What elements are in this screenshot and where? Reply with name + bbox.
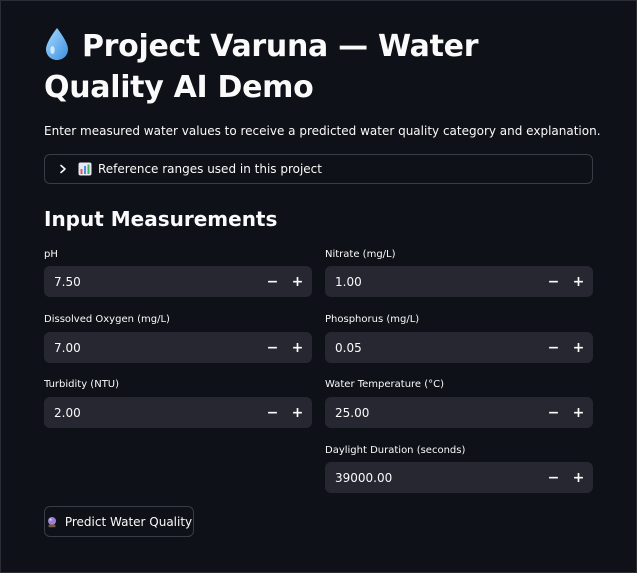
turbidity-stepper: − +	[44, 397, 312, 428]
turbidity-decrement-button[interactable]: −	[260, 397, 285, 428]
droplet-icon	[46, 28, 68, 60]
daylight-duration-input[interactable]	[325, 470, 541, 485]
page-title: Project Varuna — Water Quality AI Demo	[44, 26, 604, 108]
dissolved-oxygen-increment-button[interactable]: +	[285, 332, 310, 363]
phosphorus-decrement-button[interactable]: −	[541, 332, 566, 363]
daylight-duration-stepper: − +	[325, 462, 593, 493]
dissolved-oxygen-stepper: − +	[44, 332, 312, 363]
water-temperature-label: Water Temperature (°C)	[325, 379, 445, 390]
ph-increment-button[interactable]: +	[285, 266, 310, 297]
predict-button-label: Predict Water Quality	[64, 514, 193, 529]
nitrate-stepper: − +	[325, 266, 593, 297]
phosphorus-input[interactable]	[325, 340, 541, 355]
water-temperature-increment-button[interactable]: +	[566, 397, 591, 428]
page-title-text: Project Varuna — Water Quality AI Demo	[44, 29, 479, 105]
phosphorus-stepper: − +	[325, 332, 593, 363]
section-title: Input Measurements	[44, 207, 278, 231]
dissolved-oxygen-decrement-button[interactable]: −	[260, 332, 285, 363]
nitrate-label: Nitrate (mg/L)	[325, 249, 396, 260]
phosphorus-label: Phosphorus (mg/L)	[325, 314, 420, 325]
nitrate-decrement-button[interactable]: −	[541, 266, 566, 297]
bar-chart-icon	[78, 162, 92, 176]
daylight-duration-decrement-button[interactable]: −	[541, 462, 566, 493]
ph-input[interactable]	[44, 274, 260, 289]
phosphorus-increment-button[interactable]: +	[566, 332, 591, 363]
nitrate-input[interactable]	[325, 274, 541, 289]
turbidity-increment-button[interactable]: +	[285, 397, 310, 428]
turbidity-input[interactable]	[44, 405, 260, 420]
ph-stepper: − +	[44, 266, 312, 297]
reference-ranges-expander[interactable]: Reference ranges used in this project	[44, 154, 593, 184]
predict-water-quality-button[interactable]: Predict Water Quality	[44, 506, 194, 537]
daylight-duration-label: Daylight Duration (seconds)	[325, 445, 466, 456]
crystal-ball-icon	[47, 516, 56, 527]
water-temperature-input[interactable]	[325, 405, 541, 420]
daylight-duration-increment-button[interactable]: +	[566, 462, 591, 493]
dissolved-oxygen-input[interactable]	[44, 340, 260, 355]
ph-label: pH	[44, 249, 58, 260]
turbidity-label: Turbidity (NTU)	[44, 379, 120, 390]
water-temperature-stepper: − +	[325, 397, 593, 428]
water-temperature-decrement-button[interactable]: −	[541, 397, 566, 428]
nitrate-increment-button[interactable]: +	[566, 266, 591, 297]
chevron-right-icon	[60, 164, 66, 174]
ph-decrement-button[interactable]: −	[260, 266, 285, 297]
expander-label: Reference ranges used in this project	[98, 162, 322, 176]
page-subtitle: Enter measured water values to receive a…	[44, 124, 601, 138]
dissolved-oxygen-label: Dissolved Oxygen (mg/L)	[44, 314, 170, 325]
